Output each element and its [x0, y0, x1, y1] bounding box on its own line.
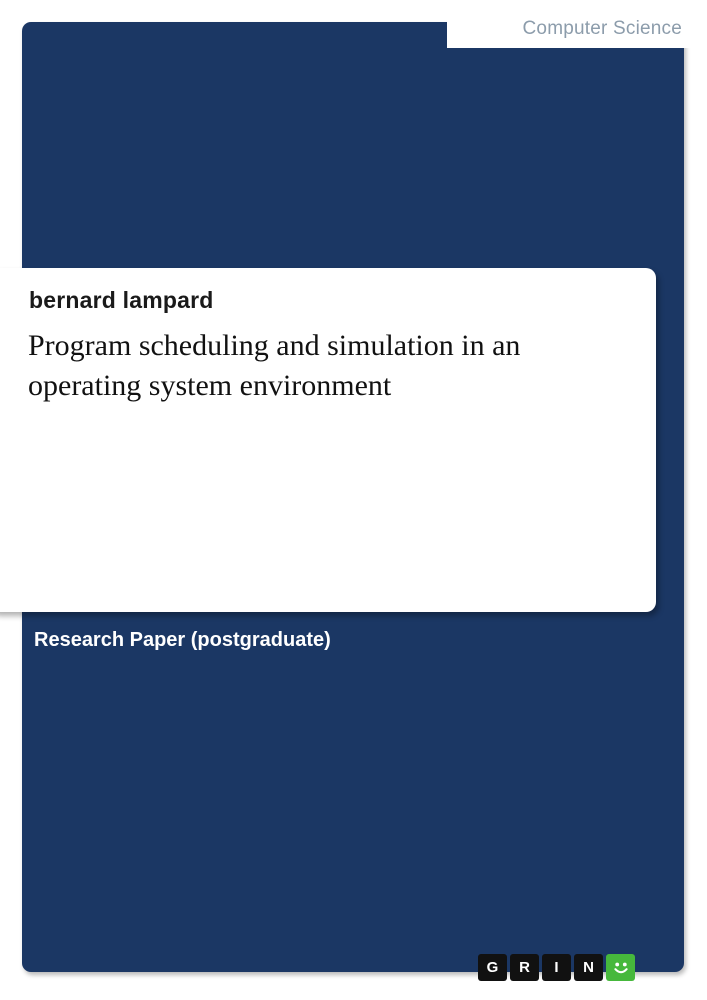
grin-tile-i: I [542, 954, 571, 981]
publication-type-label: Research Paper (postgraduate) [34, 629, 331, 651]
author-name: bernard lampard [29, 287, 214, 313]
grin-tile-r: R [510, 954, 539, 981]
page-title: Program scheduling and simulation in an … [28, 329, 521, 402]
grin-tile-n: N [574, 954, 603, 981]
grin-publisher-logo: G R I N [478, 954, 635, 981]
book-cover: Computer Science bernard lampard Program… [0, 0, 707, 1000]
smiley-face-icon [606, 954, 635, 981]
title-card: bernard lampard Program scheduling and s… [0, 268, 656, 612]
category-label: Computer Science [522, 18, 682, 39]
category-strip: Computer Science [447, 0, 707, 48]
navy-corner-notch [422, 22, 447, 48]
grin-tile-g: G [478, 954, 507, 981]
